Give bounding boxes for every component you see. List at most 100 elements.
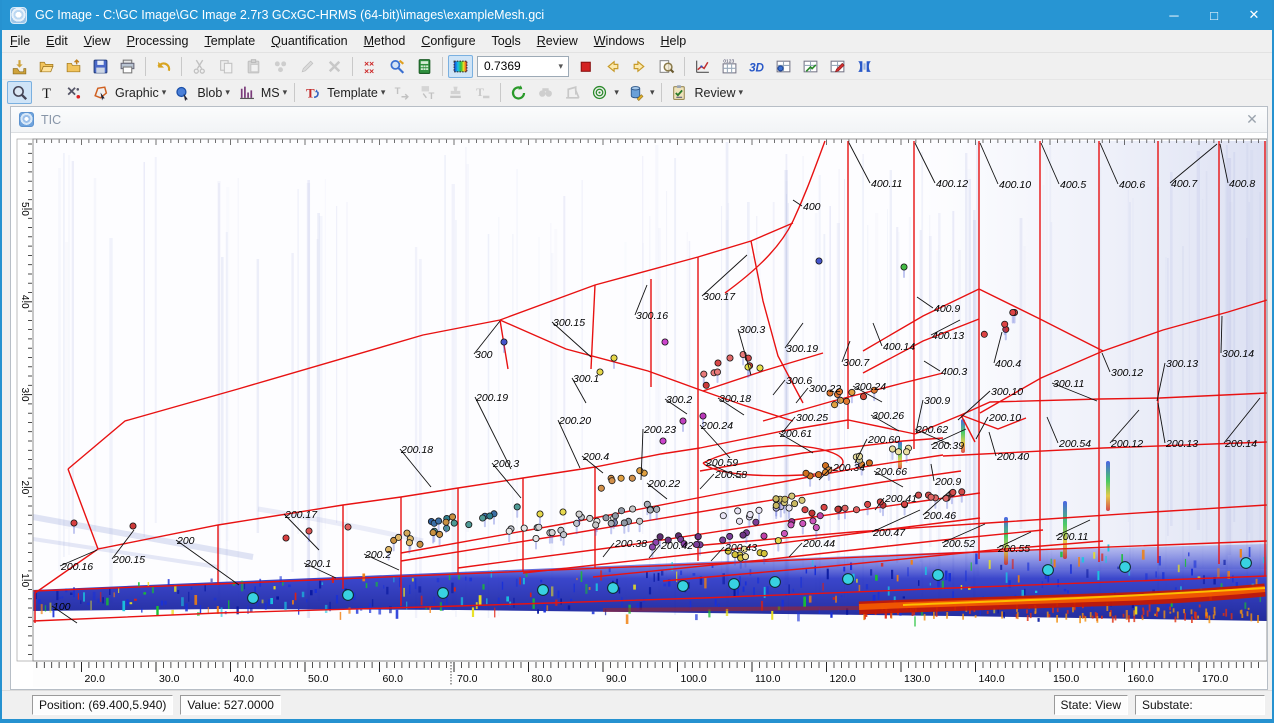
reprocess-button[interactable] (506, 81, 531, 104)
svg-text:400.13: 400.13 (932, 330, 964, 342)
open-image-button[interactable] (34, 55, 59, 78)
app-icon (10, 7, 27, 24)
ms-tool-button-dropdown-icon[interactable]: ▾ (283, 87, 288, 98)
zoom-tool-button[interactable] (7, 81, 32, 104)
menu-windows[interactable]: Windows (586, 32, 653, 50)
toolbar-separator (294, 83, 295, 102)
svg-text:400.10: 400.10 (999, 179, 1031, 191)
menu-file[interactable]: File (2, 32, 38, 50)
menu-method[interactable]: Method (356, 32, 414, 50)
paste-button (241, 55, 266, 78)
menu-tools[interactable]: Tools (484, 32, 529, 50)
svg-text:300.25: 300.25 (796, 412, 828, 424)
close-button[interactable]: ✕ (1234, 0, 1274, 30)
tic-title-bar[interactable]: TIC ✕ (11, 107, 1267, 133)
menu-processing[interactable]: Processing (119, 32, 197, 50)
svg-text:300.22: 300.22 (809, 383, 841, 395)
back-button[interactable] (600, 55, 625, 78)
blob-tool-button[interactable] (170, 81, 195, 104)
menu-edit[interactable]: Edit (38, 32, 76, 50)
record-color-button[interactable] (573, 55, 598, 78)
blob-table-button[interactable] (771, 55, 796, 78)
reagent-button-dropdown-icon[interactable]: ▾ (650, 87, 655, 98)
toolbar-separator (181, 57, 182, 76)
menu-template[interactable]: Template (196, 32, 263, 50)
svg-text:100: 100 (53, 601, 71, 613)
menu-help[interactable]: Help (652, 32, 694, 50)
svg-text:400.9: 400.9 (934, 303, 960, 315)
svg-text:T: T (477, 86, 485, 99)
chromatogram-view[interactable]: 400400.11400.12400.10400.5400.6400.7400.… (11, 133, 1267, 689)
svg-text:90.0: 90.0 (606, 673, 627, 685)
maximize-button[interactable]: □ (1194, 0, 1234, 30)
print-button[interactable] (115, 55, 140, 78)
table-edit-button[interactable] (825, 55, 850, 78)
template-tool-button[interactable]: T (300, 81, 325, 104)
review-button-label[interactable]: Review (694, 86, 735, 100)
graphic-tool-button-dropdown-icon[interactable]: ▾ (162, 87, 167, 98)
blob-tool-button-dropdown-icon[interactable]: ▾ (225, 87, 230, 98)
tic-close-icon[interactable]: ✕ (1237, 111, 1267, 128)
svg-text:400.4: 400.4 (995, 358, 1021, 370)
svg-text:200.1: 200.1 (304, 558, 331, 570)
menu-quantification[interactable]: Quantification (263, 32, 355, 50)
calculator-button[interactable] (412, 55, 437, 78)
data-table-button[interactable]: 0123 (717, 55, 742, 78)
acquire-image-button[interactable] (7, 55, 32, 78)
minimize-button[interactable]: ─ (1154, 0, 1194, 30)
reagent-button[interactable] (623, 81, 648, 104)
svg-text:40.0: 40.0 (234, 673, 255, 685)
colormap-button[interactable] (448, 55, 473, 78)
target-analysis-button-dropdown-icon[interactable]: ▾ (614, 87, 619, 98)
chromatogram-plot[interactable]: 400400.11400.12400.10400.5400.6400.7400.… (11, 133, 1267, 689)
svg-text:30.0: 30.0 (159, 673, 180, 685)
svg-text:300.9: 300.9 (924, 395, 950, 407)
svg-text:200.18: 200.18 (400, 444, 433, 456)
svg-text:200.39: 200.39 (931, 440, 964, 452)
svg-text:100.0: 100.0 (681, 673, 707, 685)
svg-text:200.9: 200.9 (934, 476, 961, 488)
target-analysis-button[interactable] (587, 81, 612, 104)
menu-view[interactable]: View (76, 32, 119, 50)
menu-configure[interactable]: Configure (413, 32, 483, 50)
svg-text:300.14: 300.14 (1222, 348, 1254, 360)
blob-tool-button-label[interactable]: Blob (197, 86, 222, 100)
svg-text:400.11: 400.11 (871, 178, 902, 190)
svg-text:20.0: 20.0 (85, 673, 106, 685)
ms-tool-button-label[interactable]: MS (261, 86, 280, 100)
image-compare-button[interactable] (852, 55, 877, 78)
ms-tool-button[interactable] (234, 81, 259, 104)
svg-text:200.16: 200.16 (60, 561, 93, 573)
close-image-button[interactable] (61, 55, 86, 78)
search-edit-button[interactable] (385, 55, 410, 78)
window-title: GC Image - C:\GC Image\GC Image 2.7r3 GC… (35, 8, 1154, 22)
template-tool-button-dropdown-icon[interactable]: ▾ (381, 87, 386, 98)
undo-button[interactable] (151, 55, 176, 78)
forward-button[interactable] (627, 55, 652, 78)
svg-text:300.10: 300.10 (991, 386, 1023, 398)
svg-text:200.61: 200.61 (779, 428, 812, 440)
svg-text:200.54: 200.54 (1058, 438, 1091, 450)
review-button[interactable] (667, 81, 692, 104)
plot-viewer-button[interactable] (690, 55, 715, 78)
svg-text:200.46: 200.46 (923, 510, 956, 522)
svg-text:200.3: 200.3 (492, 458, 519, 470)
graphic-tool-button[interactable] (88, 81, 113, 104)
template-tool-button-label[interactable]: Template (327, 86, 378, 100)
svg-text:200.10: 200.10 (988, 412, 1021, 424)
save-image-button[interactable] (88, 55, 113, 78)
template-remove-button: T (470, 81, 495, 104)
colormap-scale-combo[interactable]: 0.7369▾ (477, 56, 569, 77)
zoom-reset-button[interactable] (654, 55, 679, 78)
svg-text:300.15: 300.15 (553, 317, 585, 329)
text-tool-button[interactable]: T (34, 81, 59, 104)
review-button-dropdown-icon[interactable]: ▾ (738, 87, 743, 98)
three-d-viewer-button[interactable]: 3D (744, 55, 769, 78)
tools-toolbar: TGraphic▾Blob▾MS▾TTemplate▾TTT▾▾Review▾ (2, 79, 1272, 105)
graphic-tool-button-label[interactable]: Graphic (115, 86, 159, 100)
delete-all-button[interactable]: ×××× (358, 55, 383, 78)
svg-text:70.0: 70.0 (457, 673, 478, 685)
peak-table-button[interactable] (798, 55, 823, 78)
menu-review[interactable]: Review (529, 32, 586, 50)
erase-graphic-button[interactable] (61, 81, 86, 104)
